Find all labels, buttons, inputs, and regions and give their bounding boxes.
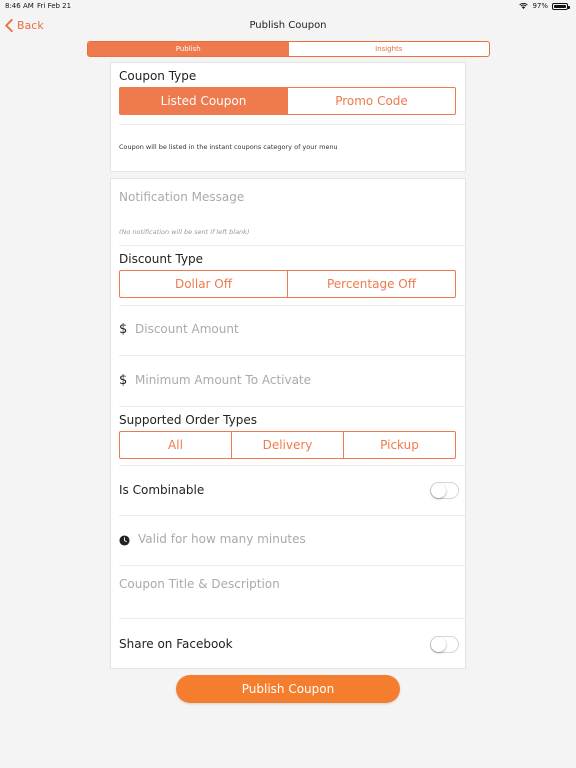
divider: [119, 245, 465, 246]
status-date: Fri Feb 21: [37, 2, 72, 10]
coupon-title-input[interactable]: [119, 575, 449, 593]
coupon-type-info: Coupon will be listed in the instant cou…: [119, 143, 338, 151]
status-time: 8:46 AM: [5, 2, 34, 10]
divider: [119, 406, 465, 407]
tab-insights[interactable]: Insights: [289, 42, 490, 56]
notification-message-input[interactable]: [119, 188, 449, 206]
toggle-knob: [431, 483, 446, 498]
valid-minutes-input[interactable]: [138, 530, 449, 548]
order-type-delivery-option[interactable]: Delivery: [231, 432, 343, 458]
tab-publish[interactable]: Publish: [88, 42, 289, 56]
listed-coupon-option[interactable]: Listed Coupon: [120, 88, 287, 114]
discount-type-selector: Dollar Off Percentage Off: [119, 270, 456, 298]
discount-amount-input[interactable]: [135, 320, 449, 338]
battery-percent: 97%: [532, 2, 548, 10]
percentage-off-option[interactable]: Percentage Off: [287, 271, 455, 297]
promo-code-option[interactable]: Promo Code: [287, 88, 455, 114]
top-tabs: Publish Insights: [87, 41, 490, 57]
discount-type-label: Discount Type: [119, 252, 204, 266]
order-types-label: Supported Order Types: [119, 413, 257, 427]
minimum-amount-currency: $: [119, 373, 128, 388]
toggle-knob: [431, 637, 446, 652]
divider: [119, 465, 465, 466]
notification-hint: (No notification will be sent if left bl…: [119, 228, 250, 236]
status-right: 97%: [519, 2, 570, 10]
battery-fill: [554, 4, 566, 8]
discount-amount-currency: $: [119, 322, 128, 337]
clock-icon: [119, 535, 130, 546]
coupon-type-selector: Listed Coupon Promo Code: [119, 87, 456, 115]
divider: [119, 305, 465, 306]
battery-icon: [552, 2, 570, 10]
minimum-amount-input[interactable]: [135, 371, 449, 389]
coupon-type-label: Coupon Type: [119, 69, 197, 83]
status-bar: 8:46 AM Fri Feb 21 97%: [0, 0, 576, 12]
dollar-off-option[interactable]: Dollar Off: [120, 271, 287, 297]
order-type-pickup-option[interactable]: Pickup: [343, 432, 455, 458]
nav-bar: Back Publish Coupon: [0, 12, 576, 40]
page-title: Publish Coupon: [249, 20, 327, 31]
combinable-label: Is Combinable: [119, 483, 205, 497]
divider: [119, 565, 465, 566]
facebook-toggle[interactable]: [430, 636, 459, 653]
order-types-selector: All Delivery Pickup: [119, 431, 456, 459]
publish-coupon-button[interactable]: Publish Coupon: [176, 675, 400, 703]
wifi-icon: [519, 3, 529, 9]
coupon-type-card: Coupon Type Listed Coupon Promo Code Cou…: [110, 62, 466, 172]
divider: [119, 355, 465, 356]
divider: [119, 124, 465, 125]
divider: [119, 618, 465, 619]
coupon-details-card: (No notification will be sent if left bl…: [110, 178, 466, 669]
facebook-label: Share on Facebook: [119, 637, 233, 651]
divider: [119, 515, 465, 516]
combinable-toggle[interactable]: [430, 482, 459, 499]
order-type-all-option[interactable]: All: [120, 432, 231, 458]
